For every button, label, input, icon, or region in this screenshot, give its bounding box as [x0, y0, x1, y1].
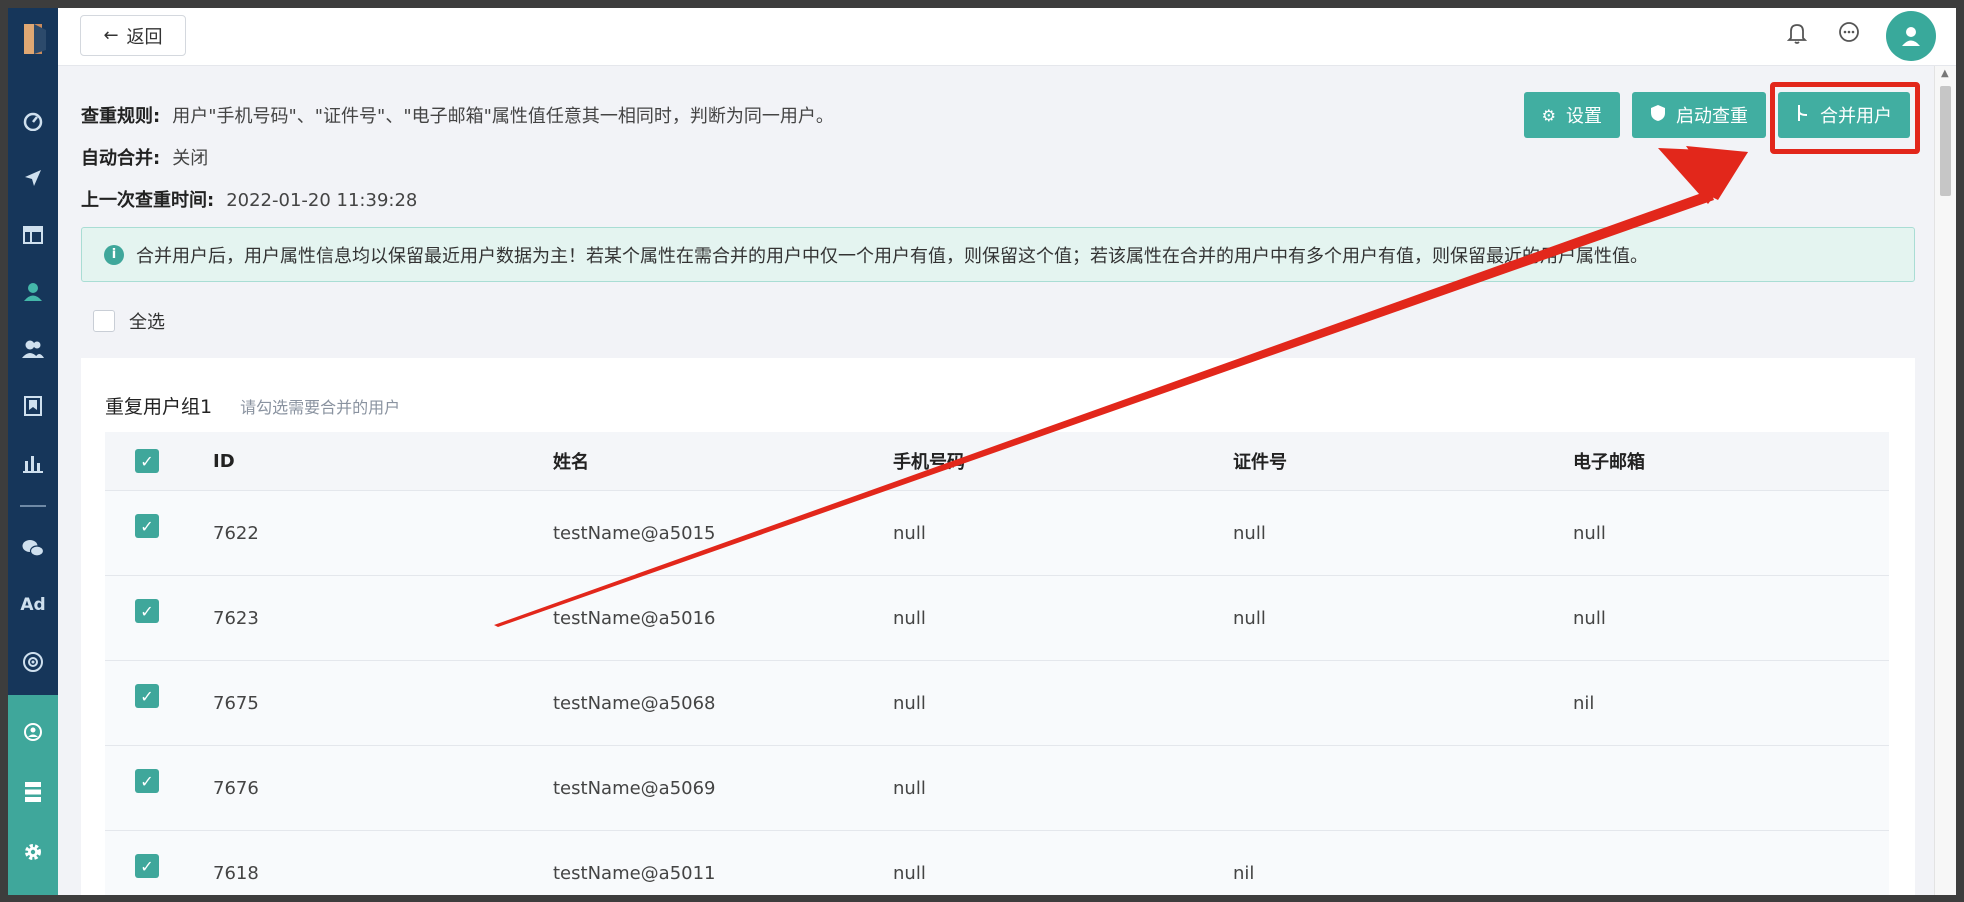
scrollbar-thumb[interactable]: [1940, 86, 1951, 196]
column-header-name: 姓名: [553, 452, 589, 473]
gear-icon: ⚙: [1541, 105, 1556, 125]
column-header-id: ID: [213, 450, 235, 472]
merge-tip-alert: i 合并用户后，用户属性信息均以保留最近用户数据为主！若某个属性在需合并的用户中…: [81, 227, 1915, 282]
arrow-left-icon: ←: [103, 25, 119, 46]
group-hint: 请勾选需要合并的用户: [240, 398, 401, 417]
cell-email: null: [1573, 607, 1606, 629]
table-row[interactable]: ✓ 7623 testName@a5016 null null null: [105, 575, 1889, 660]
cell-phone: null: [893, 862, 926, 884]
group-title: 重复用户组1: [105, 396, 213, 418]
row-checkbox[interactable]: ✓: [135, 684, 159, 708]
user-avatar[interactable]: [1886, 11, 1936, 61]
dashboard-icon[interactable]: [8, 96, 58, 146]
row-checkbox[interactable]: ✓: [135, 769, 159, 793]
app-window: Ad ← 返回 查重规则: 用户"手机号码"、"证件号"、"电子邮箱"属性值任意…: [0, 0, 1964, 902]
network-icon[interactable]: [8, 707, 58, 757]
sidebar: Ad: [8, 8, 58, 895]
cell-id: 7623: [213, 607, 259, 629]
info-icon: i: [104, 244, 124, 265]
sidebar-bottom: [8, 695, 58, 895]
duplicate-group-card: 重复用户组1 请勾选需要合并的用户 ✓ ID 姓名 手机号码 证件号 电子邮箱 …: [81, 358, 1915, 895]
send-icon[interactable]: [8, 153, 58, 203]
scroll-up-icon[interactable]: ▲: [1941, 68, 1949, 79]
auto-merge: 自动合并: 关闭: [81, 144, 208, 170]
cell-phone: null: [893, 692, 926, 714]
row-checkbox[interactable]: ✓: [135, 599, 159, 623]
row-checkbox[interactable]: ✓: [135, 854, 159, 878]
select-all-checkbox[interactable]: [93, 310, 115, 332]
cell-email: nil: [1573, 692, 1595, 714]
top-icons: [1782, 11, 1936, 61]
start-dedupe-button-label: 启动查重: [1676, 106, 1748, 127]
cell-name: testName@a5068: [553, 692, 716, 714]
table-header: ✓ ID 姓名 手机号码 证件号 电子邮箱: [105, 432, 1889, 490]
duplicate-users-table: ✓ ID 姓名 手机号码 证件号 电子邮箱 ✓ 7622 testName@a5…: [105, 432, 1889, 895]
cell-email: null: [1573, 522, 1606, 544]
ad-icon[interactable]: Ad: [8, 580, 58, 630]
message-icon[interactable]: [1834, 22, 1864, 50]
header-checkbox[interactable]: ✓: [135, 449, 159, 473]
cell-id: 7622: [213, 522, 259, 544]
back-button-label: 返回: [126, 26, 163, 48]
cell-phone: null: [893, 607, 926, 629]
app-logo: [24, 24, 46, 54]
shield-icon: [1650, 104, 1666, 126]
wechat-icon[interactable]: [8, 523, 58, 573]
target-icon[interactable]: [8, 637, 58, 687]
auto-merge-label: 自动合并:: [81, 148, 161, 169]
vertical-scrollbar[interactable]: ▲: [1934, 66, 1956, 895]
column-header-cert: 证件号: [1233, 452, 1287, 473]
sidebar-divider: [20, 505, 46, 507]
select-all[interactable]: 全选: [93, 308, 165, 334]
cell-cert: nil: [1233, 862, 1255, 884]
column-header-email: 电子邮箱: [1573, 452, 1645, 473]
cell-name: testName@a5016: [553, 607, 716, 629]
chart-icon[interactable]: [8, 438, 58, 488]
table-row[interactable]: ✓ 7675 testName@a5068 null nil: [105, 660, 1889, 745]
cell-id: 7675: [213, 692, 259, 714]
auto-merge-value: 关闭: [172, 148, 209, 169]
settings-gear-icon[interactable]: [8, 827, 58, 877]
top-bar: ← 返回: [58, 8, 1956, 66]
table-row[interactable]: ✓ 7618 testName@a5011 null nil: [105, 830, 1889, 895]
bookmark-icon[interactable]: [8, 381, 58, 431]
cell-cert: null: [1233, 607, 1266, 629]
cell-id: 7618: [213, 862, 259, 884]
select-all-label: 全选: [129, 312, 165, 333]
dedupe-rule-value: 用户"手机号码"、"证件号"、"电子邮箱"属性值任意其一相同时，判断为同一用户。: [172, 106, 834, 127]
merge-tip-text: 合并用户后，用户属性信息均以保留最近用户数据为主！若某个属性在需合并的用户中仅一…: [136, 245, 1648, 267]
start-dedupe-button[interactable]: 启动查重: [1632, 92, 1766, 138]
row-checkbox[interactable]: ✓: [135, 514, 159, 538]
table-row[interactable]: ✓ 7622 testName@a5015 null null null: [105, 490, 1889, 575]
server-icon[interactable]: [8, 767, 58, 817]
user-icon[interactable]: [8, 267, 58, 317]
last-check-time: 上一次查重时间: 2022-01-20 11:39:28: [81, 186, 417, 212]
cell-name: testName@a5015: [553, 522, 716, 544]
table-icon[interactable]: [8, 210, 58, 260]
cell-id: 7676: [213, 777, 259, 799]
last-check-value: 2022-01-20 11:39:28: [226, 190, 418, 211]
cell-name: testName@a5069: [553, 777, 716, 799]
back-button[interactable]: ← 返回: [80, 15, 186, 56]
last-check-label: 上一次查重时间:: [81, 190, 215, 211]
group-header: 重复用户组1 请勾选需要合并的用户: [105, 392, 400, 419]
users-group-icon[interactable]: [8, 324, 58, 374]
cell-name: testName@a5011: [553, 862, 716, 884]
column-header-phone: 手机号码: [893, 452, 965, 473]
settings-button-label: 设置: [1566, 106, 1602, 127]
cell-cert: null: [1233, 522, 1266, 544]
bell-icon[interactable]: [1782, 22, 1812, 50]
table-row[interactable]: ✓ 7676 testName@a5069 null: [105, 745, 1889, 830]
dedupe-rule: 查重规则: 用户"手机号码"、"证件号"、"电子邮箱"属性值任意其一相同时，判断为…: [81, 102, 834, 128]
cell-phone: null: [893, 777, 926, 799]
annotation-highlight-box: [1770, 82, 1920, 154]
dedupe-rule-label: 查重规则:: [81, 106, 161, 127]
cell-phone: null: [893, 522, 926, 544]
settings-button[interactable]: ⚙ 设置: [1523, 92, 1620, 138]
